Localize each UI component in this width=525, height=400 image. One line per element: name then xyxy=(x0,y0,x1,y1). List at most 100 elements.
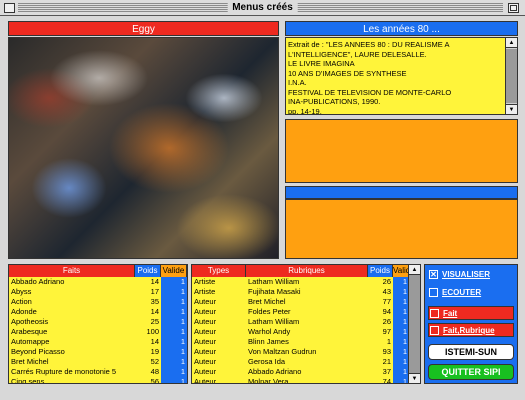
rubrique-type: Auteur xyxy=(194,297,217,306)
rubriques-row[interactable]: Auteur Foldes Peter 94 1 xyxy=(192,307,409,317)
description-line: pp. 14-19. xyxy=(288,106,322,115)
rubrique-valid: 1 xyxy=(393,277,409,287)
rubrique-weight: 94 xyxy=(382,307,391,316)
rubriques-row[interactable]: Auteur Blinn James 1 1 xyxy=(192,337,409,347)
ecouter-checkbox[interactable] xyxy=(429,288,438,297)
description-text: Extrait de : "LES ANNEES 80 : DU REALISM… xyxy=(288,40,503,114)
fait-rubrique-option[interactable]: Fait,Rubrique xyxy=(428,323,514,337)
faits-row[interactable]: Carrés Rupture de monotonie 5 48 1 xyxy=(9,367,187,377)
rubriques-weight-header[interactable]: Poids xyxy=(368,265,393,277)
fait-rubrique-label[interactable]: Fait,Rubrique xyxy=(443,324,495,338)
faits-row[interactable]: Arabesque 100 1 xyxy=(9,327,187,337)
image-panel-title: Eggy xyxy=(8,21,279,36)
visualiser-option[interactable]: ✕ VISUALISER xyxy=(428,268,514,282)
rubrique-weight: 77 xyxy=(382,297,391,306)
ecouter-label[interactable]: ECOUTER xyxy=(442,286,481,300)
rubrique-type: Auteur xyxy=(194,367,217,376)
rubrique-valid: 1 xyxy=(393,307,409,317)
rubrique-weight: 74 xyxy=(382,377,391,384)
rubrique-name: Fujihata Masaki xyxy=(248,287,301,296)
faits-row[interactable]: Abyss 17 1 xyxy=(9,287,187,297)
faits-row[interactable]: Bret Michel 52 1 xyxy=(9,357,187,367)
istemi-sun-button[interactable]: ISTEMI-SUN xyxy=(428,344,514,360)
rubriques-header[interactable]: Rubriques xyxy=(246,265,368,277)
rubrique-type: Auteur xyxy=(194,357,217,366)
scroll-up-icon[interactable]: ▲ xyxy=(506,38,517,48)
description-scrollbar[interactable]: ▲ ▼ xyxy=(505,38,517,114)
faits-valid-header[interactable]: Valide xyxy=(161,265,187,277)
rubriques-row[interactable]: Auteur Gerosa Ida 21 1 xyxy=(192,357,409,367)
faits-rows: Abbado Adriano 14 1 Abyss 17 1 Action 35 1 Adonde… xyxy=(9,277,187,383)
faits-row[interactable]: Adonde 14 1 xyxy=(9,307,187,317)
fait-valid: 1 xyxy=(161,287,187,297)
rubriques-row[interactable]: Auteur Bret Michel 77 1 xyxy=(192,297,409,307)
scroll-down-icon[interactable]: ▼ xyxy=(506,104,517,114)
faits-row[interactable]: Beyond Picasso 19 1 xyxy=(9,347,187,357)
rubriques-row[interactable]: Artiste Fujihata Masaki 43 1 xyxy=(192,287,409,297)
rubrique-weight: 97 xyxy=(382,327,391,336)
rubrique-name: Gerosa Ida xyxy=(248,357,286,366)
rubriques-row[interactable]: Auteur Von Maltzan Gudrun 93 1 xyxy=(192,347,409,357)
list-scroll-down-icon[interactable]: ▼ xyxy=(409,373,420,383)
rubriques-list[interactable]: Types Rubriques Poids Valide Artiste Lath… xyxy=(191,264,421,384)
fait-valid: 1 xyxy=(161,297,187,307)
fait-valid: 1 xyxy=(161,357,187,367)
rubrique-weight: 26 xyxy=(382,277,391,286)
fait-name: Automappe xyxy=(11,337,50,346)
rubriques-rows: Artiste Latham William 26 1 Artiste Fujihata … xyxy=(192,277,409,384)
fait-option[interactable]: Fait xyxy=(428,306,514,320)
rubriques-row[interactable]: Auteur Latham William 26 1 xyxy=(192,317,409,327)
visualiser-checkbox[interactable]: ✕ xyxy=(429,270,438,279)
faits-row[interactable]: Action 35 1 xyxy=(9,297,187,307)
description-text-area[interactable]: Extrait de : "LES ANNEES 80 : DU REALISM… xyxy=(285,37,518,115)
fait-weight: 48 xyxy=(150,367,159,376)
faits-list[interactable]: Faits Poids Valide Abbado Adriano 14 1 Abys… xyxy=(8,264,188,384)
window-titlebar[interactable]: Menus créés xyxy=(0,0,525,16)
faits-header[interactable]: Faits xyxy=(9,265,135,277)
blue-input-field[interactable] xyxy=(285,186,518,199)
fait-name: Arabesque xyxy=(11,327,48,336)
faits-row[interactable]: Cinq sens 56 1 xyxy=(9,377,187,383)
description-line: INA-PUBLICATIONS, 1990. xyxy=(288,97,381,106)
orange-text-area[interactable] xyxy=(285,199,518,259)
faits-row[interactable]: Apotheosis 25 1 xyxy=(9,317,187,327)
fait-name: Abbado Adriano xyxy=(11,277,65,286)
scroll-track[interactable] xyxy=(506,49,517,103)
visualiser-label[interactable]: VISUALISER xyxy=(442,268,490,282)
rubrique-weight: 37 xyxy=(382,367,391,376)
fait-label[interactable]: Fait xyxy=(443,307,457,321)
rubriques-row[interactable]: Auteur Warhol Andy 97 1 xyxy=(192,327,409,337)
ecouter-option[interactable]: ECOUTER xyxy=(428,286,514,300)
rubrique-valid: 1 xyxy=(393,327,409,337)
rubriques-scrollbar[interactable]: ▲ ▼ xyxy=(408,265,420,383)
description-line: LE LIVRE IMAGINA xyxy=(288,59,355,68)
description-line: Extrait de : "LES ANNEES 80 : DU REALISM… xyxy=(288,40,450,49)
rubriques-row[interactable]: Auteur Abbado Adriano 37 1 xyxy=(192,367,409,377)
list-scroll-up-icon[interactable]: ▲ xyxy=(409,265,420,275)
fait-checkbox[interactable] xyxy=(430,309,439,318)
types-header[interactable]: Types xyxy=(192,265,246,277)
close-box-icon[interactable] xyxy=(4,3,15,13)
rubrique-type: Auteur xyxy=(194,317,217,326)
control-panel: ✕ VISUALISER ECOUTER Fait Fait,Rubrique … xyxy=(424,264,518,384)
fait-valid: 1 xyxy=(161,337,187,347)
zoom-box-icon[interactable] xyxy=(508,3,519,13)
fait-valid: 1 xyxy=(161,347,187,357)
faits-row[interactable]: Automappe 14 1 xyxy=(9,337,187,347)
rubrique-type: Auteur xyxy=(194,307,217,316)
rubrique-weight: 93 xyxy=(382,347,391,356)
fait-valid: 1 xyxy=(161,277,187,287)
rubriques-row[interactable]: Artiste Latham William 26 1 xyxy=(192,277,409,287)
description-line: I.N.A. xyxy=(288,78,307,87)
rubriques-valid-header[interactable]: Valide xyxy=(393,265,415,277)
fait-weight: 100 xyxy=(146,327,159,336)
faits-weight-header[interactable]: Poids xyxy=(135,265,161,277)
fait-weight: 14 xyxy=(150,337,159,346)
rubriques-row[interactable]: Auteur Molnar Vera 74 1 xyxy=(192,377,409,384)
rubrique-type: Auteur xyxy=(194,377,217,384)
fait-weight: 35 xyxy=(150,297,159,306)
faits-row[interactable]: Abbado Adriano 14 1 xyxy=(9,277,187,287)
description-line: L'INTELLIGENCE", LAURE DELESALLE. xyxy=(288,49,427,59)
fait-rubrique-checkbox[interactable] xyxy=(430,326,439,335)
quit-button[interactable]: QUITTER SIPI xyxy=(428,364,514,380)
